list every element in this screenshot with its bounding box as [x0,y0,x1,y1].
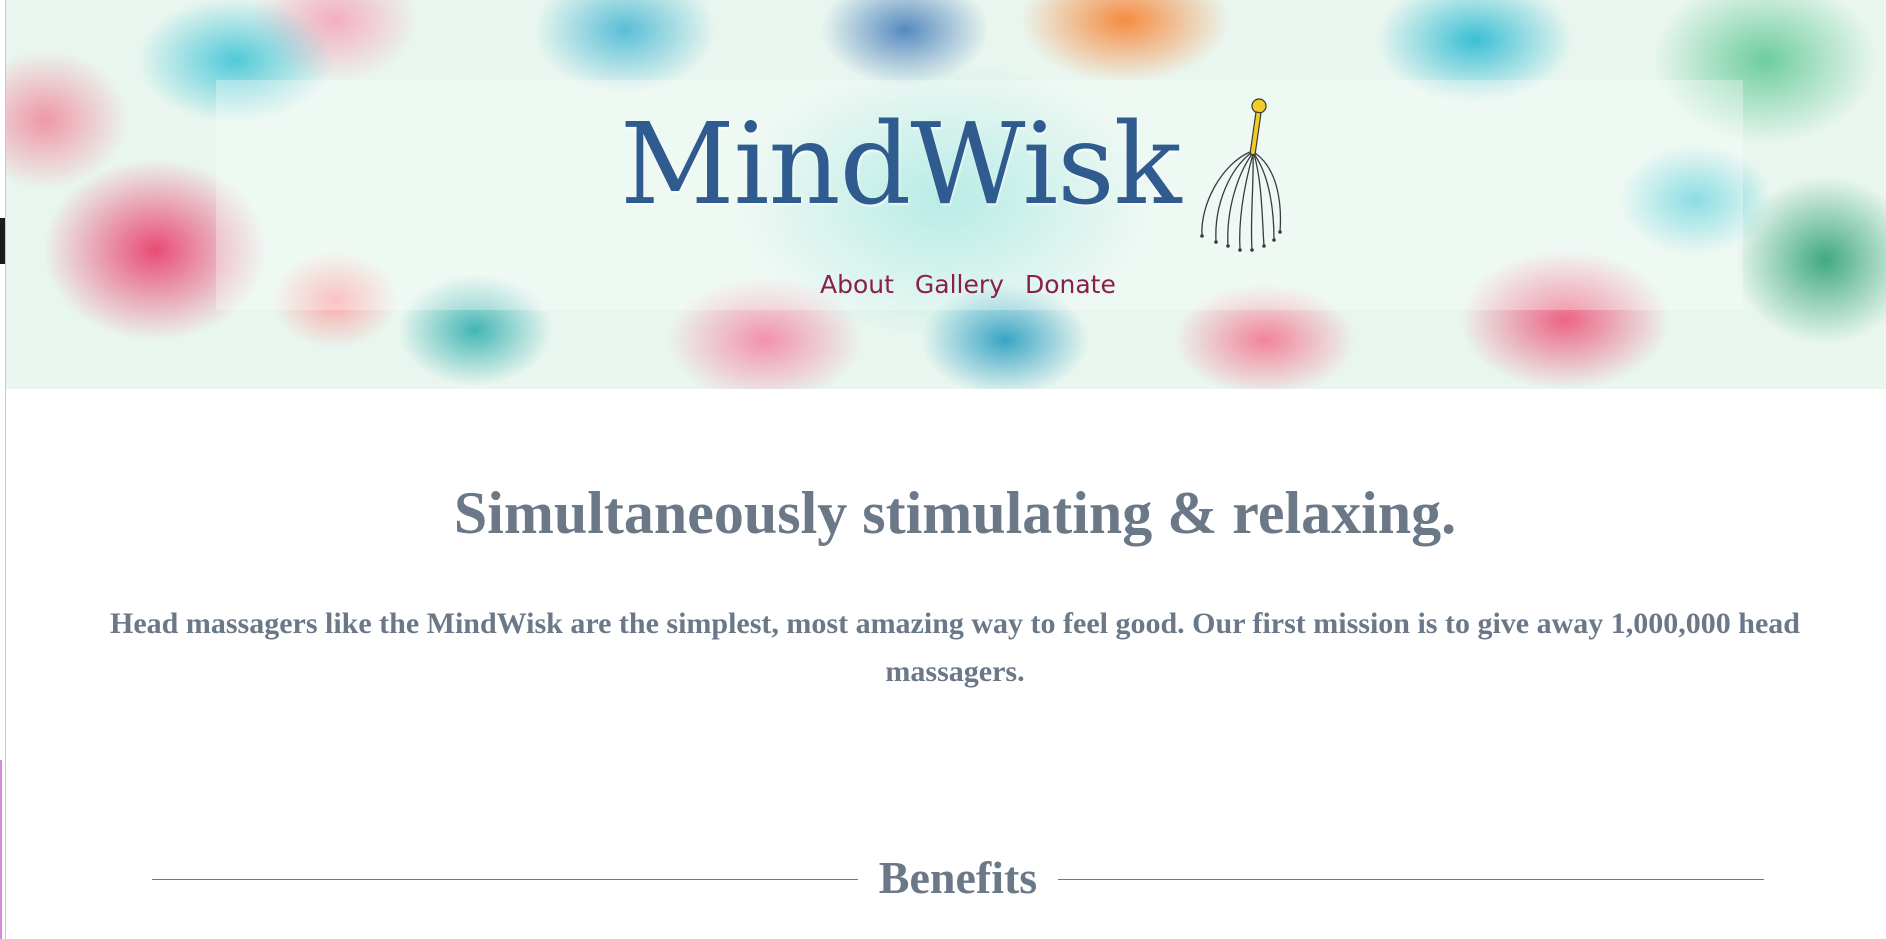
mission-statement: Head massagers like the MindWisk are the… [110,607,1800,688]
whisk-icon [1200,98,1282,252]
headline: Simultaneously stimulating & relaxing. [453,480,1457,546]
page: MindWisk About Gallery Donate Simultaneo… [0,0,1886,939]
nav-link-donate[interactable]: Donate [1025,270,1116,300]
divider-left [152,879,858,880]
nav-link-about[interactable]: About [820,270,894,300]
benefits-section-header: Benefits [152,850,1764,910]
left-edge-accent [0,760,2,939]
divider-right [1058,879,1764,880]
site-title[interactable]: MindWisk [620,100,1182,230]
nav-link-gallery[interactable]: Gallery [915,270,1004,300]
left-edge-marker [0,218,5,264]
benefits-heading: Benefits [878,852,1038,903]
main-nav: About Gallery Donate [820,270,1116,300]
